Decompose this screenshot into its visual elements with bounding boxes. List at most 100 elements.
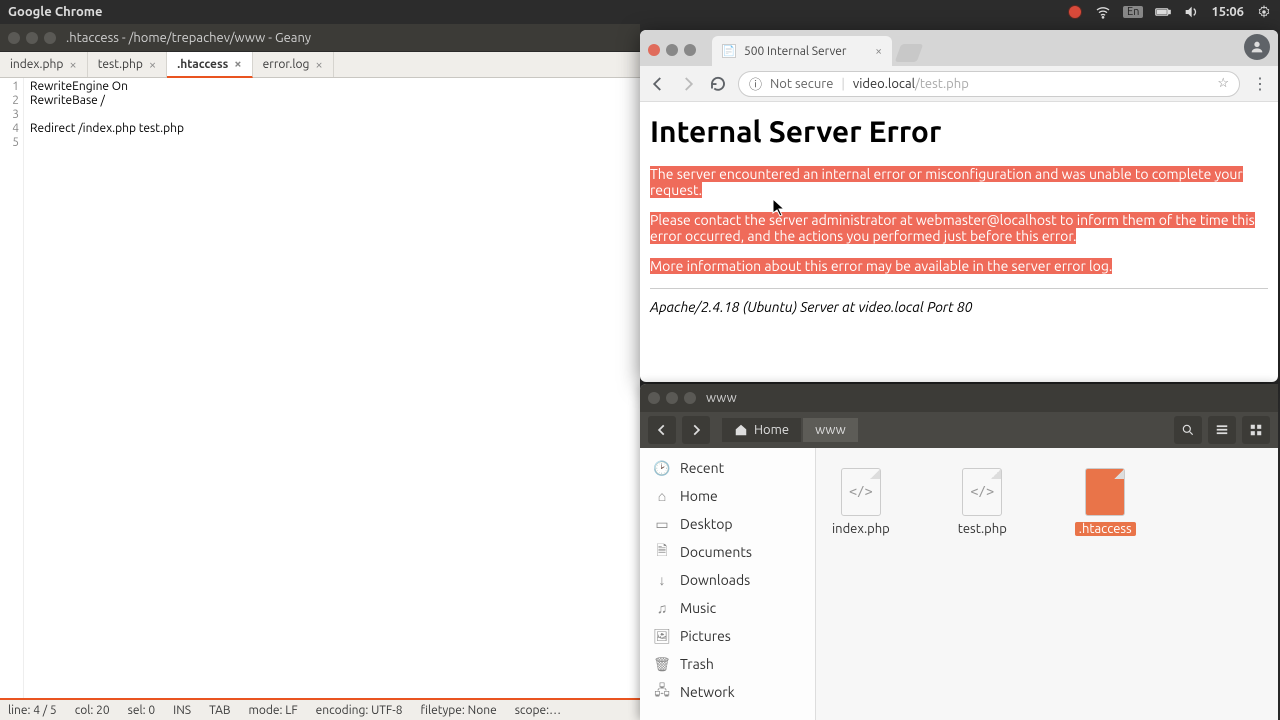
- sidebar-item-recent[interactable]: 🕑Recent: [640, 454, 815, 482]
- error-paragraph-2: Please contact the server administrator …: [650, 212, 1255, 244]
- trash-icon: 🗑: [654, 656, 670, 672]
- status-sel: sel: 0: [128, 704, 155, 717]
- sidebar-item-documents[interactable]: 🗎Documents: [640, 538, 815, 566]
- files-sidebar: 🕑Recent ⌂Home ▭Desktop 🗎Documents ↓Downl…: [640, 448, 816, 720]
- files-title: www: [706, 391, 737, 405]
- file-htaccess[interactable]: .htaccess: [1071, 464, 1140, 540]
- close-icon[interactable]: [648, 44, 660, 56]
- geany-window: .htaccess - /home/trepachev/www - Geany …: [0, 24, 640, 720]
- status-encoding: encoding: UTF-8: [316, 704, 403, 717]
- forward-button[interactable]: [678, 74, 698, 94]
- settings-gear-icon[interactable]: [1256, 4, 1272, 20]
- chrome-toolbar: ⓘ Not secure | video.local/test.php ☆ ⋮: [640, 66, 1278, 102]
- files-titlebar[interactable]: www: [640, 384, 1278, 412]
- error-paragraph-3: More information about this error may be…: [650, 258, 1112, 274]
- close-icon[interactable]: [8, 32, 20, 44]
- minimize-icon[interactable]: [26, 32, 38, 44]
- code-file-icon: </>: [841, 468, 881, 516]
- menu-button[interactable]: ⋮: [1250, 74, 1270, 94]
- battery-icon[interactable]: [1155, 4, 1171, 20]
- sidebar-item-music[interactable]: ♫Music: [640, 594, 815, 622]
- active-app-title: Google Chrome: [8, 5, 103, 19]
- files-window: www Home www 🕑Recent ⌂Home ▭Desktop 🗎Doc…: [640, 384, 1278, 720]
- maximize-icon[interactable]: [684, 392, 696, 404]
- close-icon[interactable]: ×: [875, 45, 882, 58]
- sidebar-item-network[interactable]: 🖧Network: [640, 678, 815, 706]
- files-toolbar: Home www: [640, 412, 1278, 448]
- close-icon[interactable]: ×: [149, 58, 156, 72]
- file-test-php[interactable]: </> test.php: [954, 464, 1011, 540]
- status-scope: scope:…: [515, 704, 561, 717]
- path-www[interactable]: www: [803, 418, 858, 442]
- browser-tab[interactable]: 📄 500 Internal Server ×: [712, 36, 892, 66]
- status-tab: TAB: [209, 704, 230, 717]
- chrome-window: 📄 500 Internal Server × ⓘ Not secure | v…: [640, 30, 1278, 382]
- file-index-php[interactable]: </> index.php: [828, 464, 894, 540]
- status-ins: INS: [173, 704, 191, 717]
- geany-title: .htaccess - /home/trepachev/www - Geany: [66, 31, 311, 45]
- geany-tabbar: index.php× test.php× .htaccess× error.lo…: [0, 52, 640, 78]
- config-file-icon: [1085, 468, 1125, 516]
- tab-test-php[interactable]: test.php×: [88, 52, 168, 77]
- geany-titlebar[interactable]: .htaccess - /home/trepachev/www - Geany: [0, 24, 640, 52]
- back-button[interactable]: [648, 416, 676, 444]
- minimize-icon[interactable]: [666, 392, 678, 404]
- clock[interactable]: 15:06: [1211, 5, 1244, 19]
- grid-view-button[interactable]: [1242, 416, 1270, 444]
- sidebar-item-home[interactable]: ⌂Home: [640, 482, 815, 510]
- error-paragraph-1: The server encountered an internal error…: [650, 166, 1243, 198]
- sidebar-item-trash[interactable]: 🗑Trash: [640, 650, 815, 678]
- tab-index-php[interactable]: index.php×: [0, 52, 88, 77]
- files-grid[interactable]: </> index.php </> test.php .htaccess: [816, 448, 1278, 720]
- new-tab-button[interactable]: [895, 44, 924, 62]
- language-indicator[interactable]: En: [1123, 6, 1143, 18]
- page-content: Internal Server Error The server encount…: [640, 102, 1278, 382]
- sidebar-item-downloads[interactable]: ↓Downloads: [640, 566, 815, 594]
- security-label: Not secure: [770, 77, 833, 91]
- pictures-icon: 🖼: [654, 628, 670, 644]
- tab-error-log[interactable]: error.log×: [253, 52, 334, 77]
- status-filetype: filetype: None: [421, 704, 497, 717]
- profile-button[interactable]: [1244, 34, 1270, 60]
- path-home[interactable]: Home: [722, 418, 801, 442]
- wifi-icon[interactable]: [1095, 4, 1111, 20]
- code-content[interactable]: RewriteEngine On RewriteBase / Redirect …: [24, 78, 640, 698]
- download-icon: ↓: [654, 572, 670, 588]
- home-icon: ⌂: [654, 488, 670, 504]
- info-icon[interactable]: ⓘ: [749, 74, 762, 93]
- document-icon: 🗎: [654, 544, 670, 560]
- music-icon: ♫: [654, 600, 670, 616]
- reload-button[interactable]: [708, 74, 728, 94]
- maximize-icon[interactable]: [684, 44, 696, 56]
- close-icon[interactable]: ×: [234, 57, 241, 71]
- system-tray: En 15:06: [1067, 4, 1272, 20]
- close-icon[interactable]: ×: [315, 58, 322, 72]
- geany-statusbar: line: 4 / 5 col: 20 sel: 0 INS TAB mode:…: [0, 698, 640, 720]
- close-icon[interactable]: [648, 392, 660, 404]
- tab-htaccess[interactable]: .htaccess×: [167, 52, 252, 78]
- search-button[interactable]: [1174, 416, 1202, 444]
- sidebar-item-desktop[interactable]: ▭Desktop: [640, 510, 815, 538]
- status-col: col: 20: [75, 704, 110, 717]
- chrome-tabbar: 📄 500 Internal Server ×: [640, 30, 1278, 66]
- desktop-icon: ▭: [654, 516, 670, 532]
- maximize-icon[interactable]: [44, 32, 56, 44]
- forward-button[interactable]: [682, 416, 710, 444]
- editor-area[interactable]: 1 2 3 4 5 RewriteEngine On RewriteBase /…: [0, 78, 640, 698]
- system-topbar: Google Chrome En 15:06: [0, 0, 1280, 24]
- volume-icon[interactable]: [1183, 4, 1199, 20]
- minimize-icon[interactable]: [666, 44, 678, 56]
- close-icon[interactable]: ×: [69, 58, 76, 72]
- url-text: video.local/test.php: [853, 77, 969, 91]
- clock-icon: 🕑: [654, 460, 670, 476]
- record-icon[interactable]: [1067, 4, 1083, 20]
- favicon-icon: 📄: [722, 44, 736, 58]
- status-mode: mode: LF: [249, 704, 298, 717]
- page-title: Internal Server Error: [650, 114, 1268, 148]
- sidebar-item-pictures[interactable]: 🖼Pictures: [640, 622, 815, 650]
- list-view-button[interactable]: [1208, 416, 1236, 444]
- server-signature: Apache/2.4.18 (Ubuntu) Server at video.l…: [650, 299, 1268, 315]
- address-bar[interactable]: ⓘ Not secure | video.local/test.php ☆: [738, 71, 1240, 97]
- back-button[interactable]: [648, 74, 668, 94]
- star-icon[interactable]: ☆: [1217, 76, 1229, 91]
